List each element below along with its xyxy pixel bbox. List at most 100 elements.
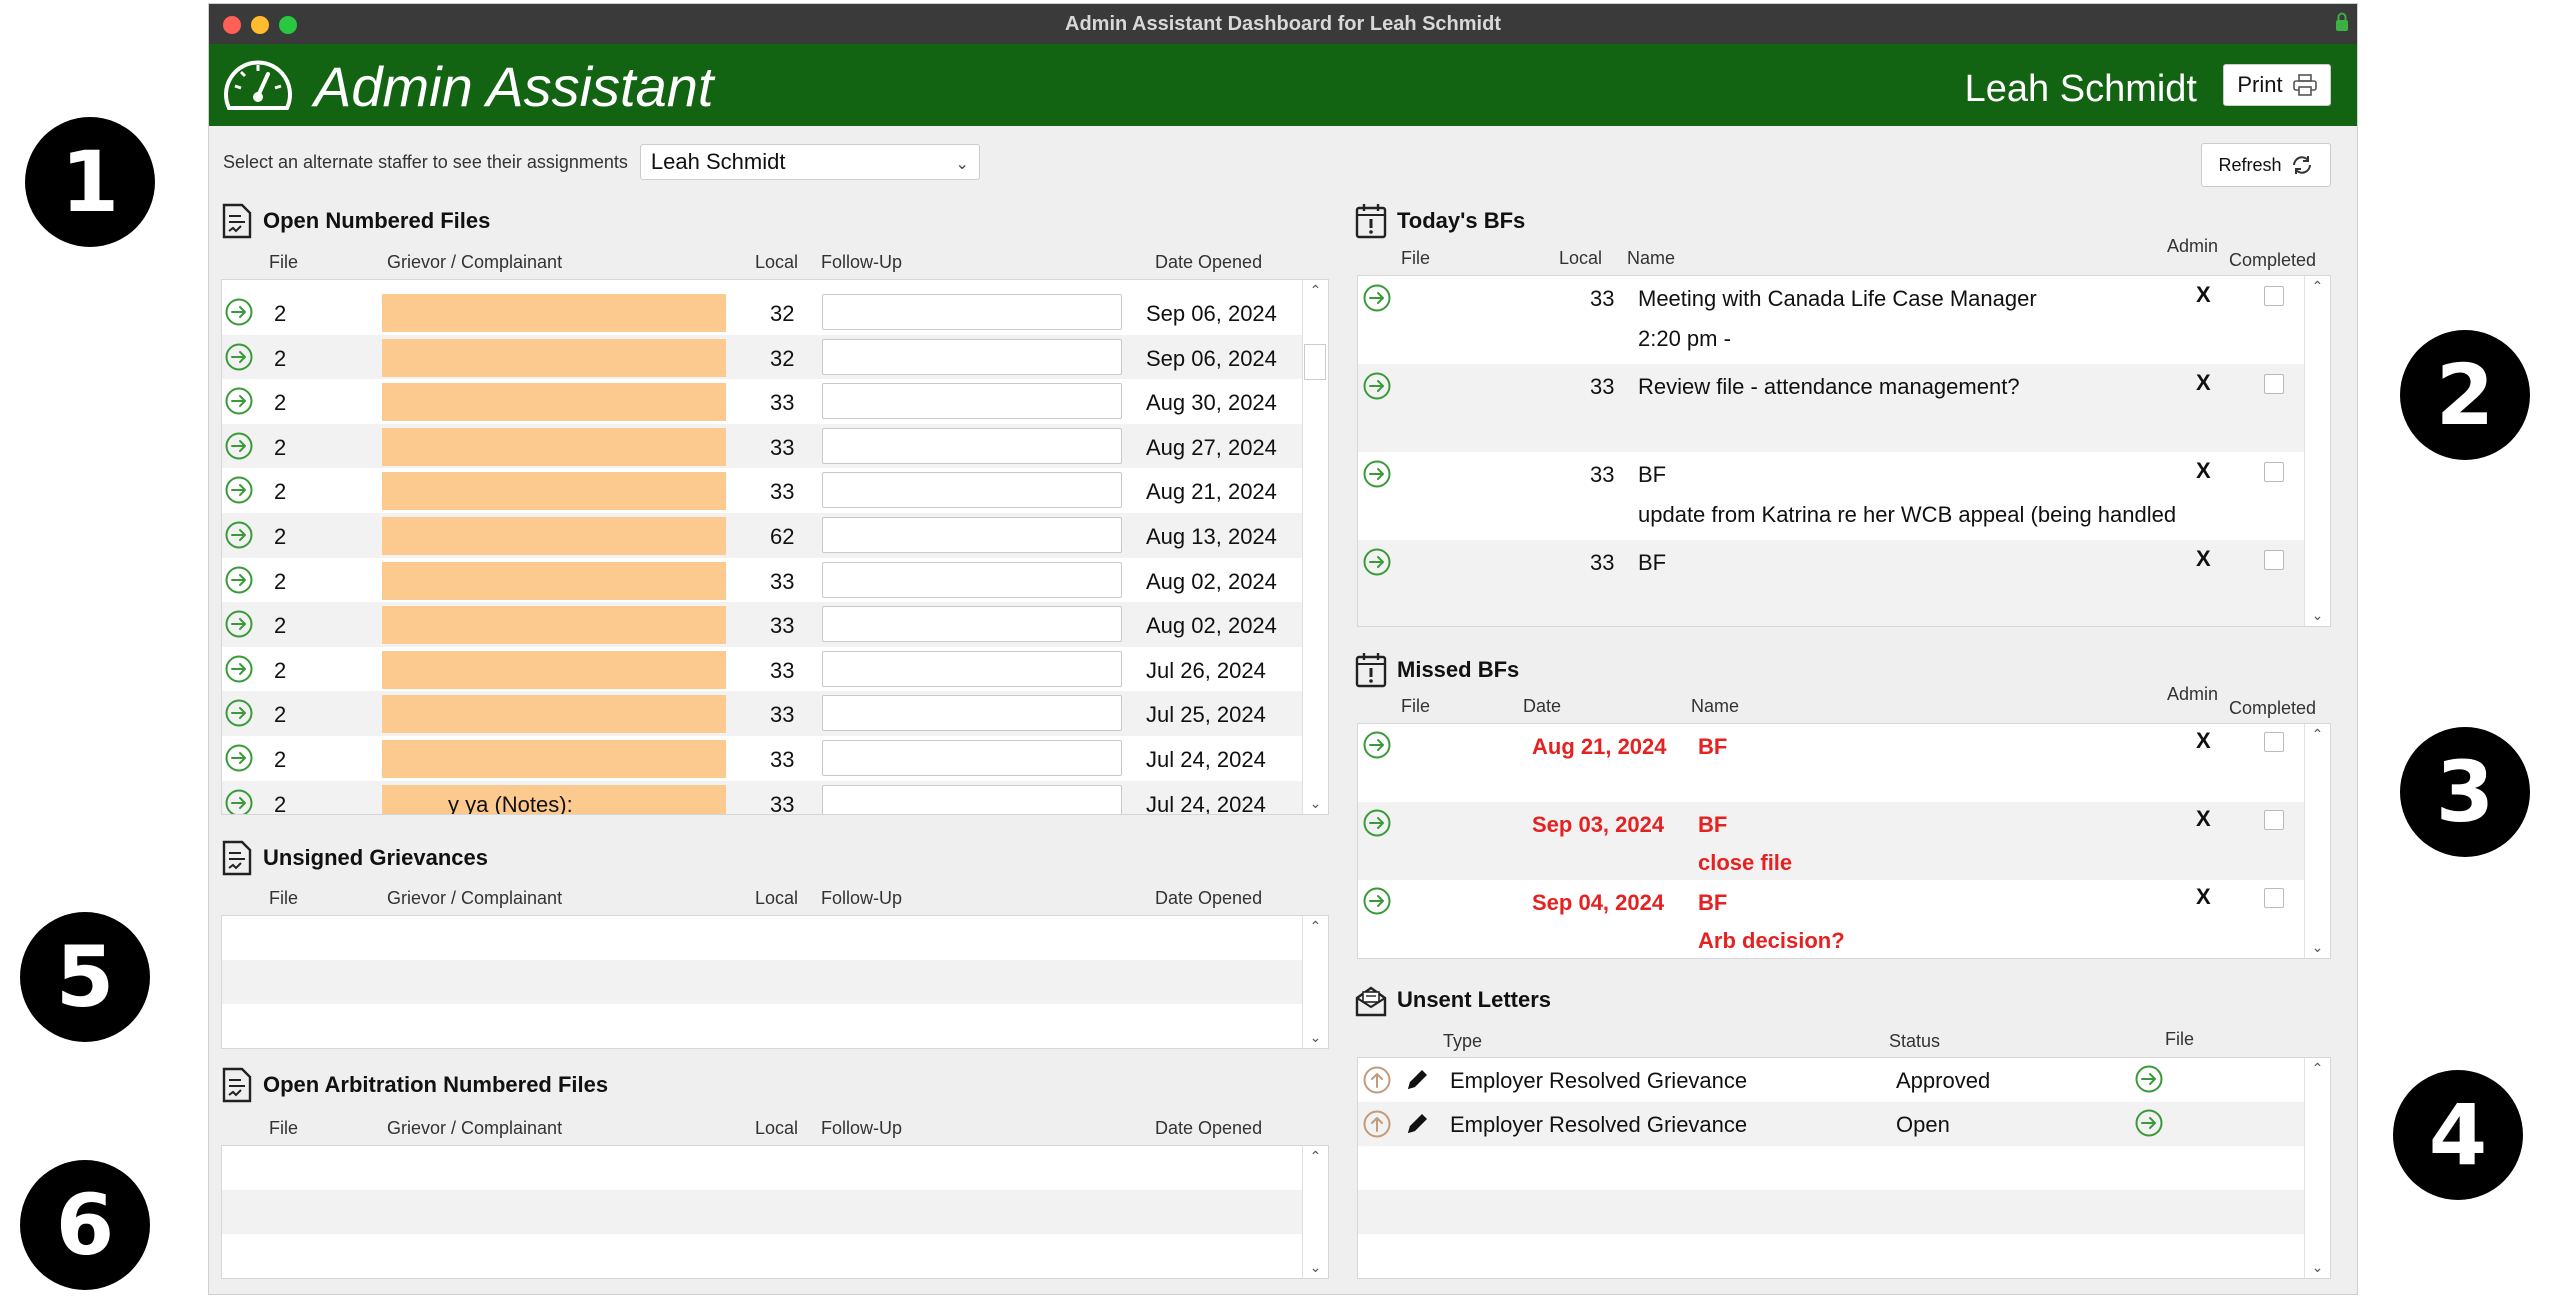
callout-3: 3 — [2400, 727, 2530, 857]
table-row[interactable]: 2 33 Jul 25, 2024 — [222, 691, 1328, 736]
local-number: 33 — [770, 747, 795, 772]
scroll-up-icon[interactable]: ⌃ — [1303, 282, 1328, 299]
go-to-file-icon[interactable] — [224, 609, 254, 639]
table-row[interactable]: 2 62 Aug 13, 2024 — [222, 513, 1328, 558]
scroll-down-icon[interactable]: ⌄ — [1303, 1259, 1328, 1276]
refresh-button[interactable]: Refresh — [2201, 143, 2331, 187]
app-title: Admin Assistant — [314, 55, 714, 118]
go-to-file-icon[interactable] — [1362, 886, 1392, 916]
followup-input[interactable] — [822, 427, 1122, 464]
table-row[interactable]: 2 32 Sep 06, 2024 — [222, 290, 1328, 335]
scroll-down-icon[interactable]: ⌄ — [1303, 795, 1328, 812]
pencil-icon[interactable] — [1402, 1065, 1432, 1095]
scroll-down-icon[interactable]: ⌄ — [2305, 607, 2330, 624]
go-to-file-icon[interactable] — [224, 654, 254, 684]
go-to-file-icon[interactable] — [1362, 371, 1392, 401]
table-row[interactable]: Employer Resolved Grievance Approved — [1358, 1058, 2330, 1102]
table-row[interactable]: 2 33 Aug 27, 2024 — [222, 423, 1328, 469]
table-row[interactable]: 33 BF update from Katrina re her WCB app… — [1358, 452, 2330, 540]
table-row[interactable]: 33 BF X — [1358, 540, 2330, 626]
followup-input[interactable] — [822, 650, 1122, 687]
scroll-down-icon[interactable]: ⌄ — [2305, 939, 2330, 956]
followup-input[interactable] — [822, 472, 1122, 509]
table-row[interactable]: 2 33 Jul 26, 2024 — [222, 647, 1328, 692]
go-to-file-icon[interactable] — [224, 565, 254, 595]
followup-input[interactable] — [822, 294, 1122, 330]
go-to-file-icon[interactable] — [1362, 459, 1392, 489]
scroll-up-icon[interactable]: ⌃ — [2305, 726, 2330, 743]
table-row[interactable]: 2 32 Sep 06, 2024 — [222, 334, 1328, 380]
go-to-file-icon[interactable] — [1362, 730, 1392, 760]
followup-input[interactable] — [822, 740, 1122, 776]
pencil-icon[interactable] — [1402, 1109, 1432, 1139]
admin-x[interactable]: X — [2196, 806, 2211, 832]
zoom-window-button[interactable] — [279, 16, 297, 34]
print-button[interactable]: Print — [2223, 64, 2331, 106]
admin-x[interactable]: X — [2196, 458, 2211, 484]
table-row[interactable]: 2 33 Aug 30, 2024 — [222, 379, 1328, 424]
admin-x[interactable]: X — [2196, 884, 2211, 910]
followup-input[interactable] — [822, 695, 1122, 732]
scroll-down-icon[interactable]: ⌄ — [1303, 1029, 1328, 1046]
go-to-file-icon[interactable] — [224, 342, 254, 372]
table-row[interactable]: Sep 04, 2024 BF Arb decision? X — [1358, 880, 2330, 958]
scroll-down-icon[interactable]: ⌄ — [2305, 1259, 2330, 1276]
completed-checkbox[interactable] — [2264, 550, 2284, 570]
send-letter-icon[interactable] — [1362, 1065, 1392, 1095]
table-row[interactable]: Sep 03, 2024 BF close file X — [1358, 802, 2330, 880]
table-row[interactable]: 2 33 Aug 02, 2024 — [222, 558, 1328, 603]
completed-checkbox[interactable] — [2264, 286, 2284, 306]
completed-checkbox[interactable] — [2264, 732, 2284, 752]
followup-input[interactable] — [822, 561, 1122, 598]
todays-bfs-scrollbar[interactable]: ⌃ ⌄ — [2304, 276, 2330, 626]
followup-input[interactable] — [822, 784, 1122, 814]
go-to-file-icon[interactable] — [224, 431, 254, 461]
scroll-up-icon[interactable]: ⌃ — [1303, 918, 1328, 935]
scroll-thumb[interactable] — [1304, 344, 1326, 380]
admin-x[interactable]: X — [2196, 370, 2211, 396]
go-to-file-icon[interactable] — [2134, 1064, 2164, 1094]
go-to-file-icon[interactable] — [224, 743, 254, 773]
followup-input[interactable] — [822, 606, 1122, 643]
table-row[interactable]: 2 33 Aug 02, 2024 — [222, 602, 1328, 647]
completed-checkbox[interactable] — [2264, 462, 2284, 482]
unsent-letters-scrollbar[interactable]: ⌃ ⌄ — [2304, 1058, 2330, 1278]
minimize-window-button[interactable] — [251, 16, 269, 34]
table-row[interactable]: Employer Resolved Grievance Open — [1358, 1102, 2330, 1146]
arbitration-scrollbar[interactable]: ⌃ ⌄ — [1302, 1146, 1328, 1278]
admin-x[interactable]: X — [2196, 728, 2211, 754]
send-letter-icon[interactable] — [1362, 1109, 1392, 1139]
close-window-button[interactable] — [223, 16, 241, 34]
table-row[interactable]: 2 33 Jul 24, 2024 — [222, 736, 1328, 781]
go-to-file-icon[interactable] — [224, 297, 254, 327]
go-to-file-icon[interactable] — [224, 698, 254, 728]
staffer-select[interactable]: Leah Schmidt ⌄ — [639, 144, 980, 180]
completed-checkbox[interactable] — [2264, 888, 2284, 908]
go-to-file-icon[interactable] — [1362, 283, 1392, 313]
scroll-up-icon[interactable]: ⌃ — [2305, 278, 2330, 295]
admin-x[interactable]: X — [2196, 282, 2211, 308]
completed-checkbox[interactable] — [2264, 374, 2284, 394]
go-to-file-icon[interactable] — [224, 386, 254, 416]
missed-bfs-scrollbar[interactable]: ⌃ ⌄ — [2304, 724, 2330, 958]
scroll-up-icon[interactable]: ⌃ — [1303, 1148, 1328, 1165]
table-row[interactable]: 33 Meeting with Canada Life Case Manager… — [1358, 276, 2330, 364]
go-to-file-icon[interactable] — [1362, 547, 1392, 577]
followup-input[interactable] — [822, 338, 1122, 375]
calendar-alert-icon — [1355, 653, 1387, 688]
followup-input[interactable] — [822, 517, 1122, 553]
table-row[interactable]: Aug 21, 2024 BF X — [1358, 724, 2330, 802]
go-to-file-icon[interactable] — [224, 788, 254, 815]
table-row[interactable]: 33 Review file - attendance management? … — [1358, 364, 2330, 452]
go-to-file-icon[interactable] — [2134, 1108, 2164, 1138]
go-to-file-icon[interactable] — [1362, 808, 1392, 838]
followup-input[interactable] — [822, 383, 1122, 420]
table-row[interactable]: 2 y ya (Notes): 33 Jul 24, 2024 — [222, 780, 1328, 815]
unsigned-scrollbar[interactable]: ⌃ ⌄ — [1302, 916, 1328, 1048]
completed-checkbox[interactable] — [2264, 810, 2284, 830]
admin-x[interactable]: X — [2196, 546, 2211, 572]
go-to-file-icon[interactable] — [224, 475, 254, 505]
scroll-up-icon[interactable]: ⌃ — [2305, 1060, 2330, 1077]
table-row[interactable]: 2 33 Aug 21, 2024 — [222, 468, 1328, 513]
go-to-file-icon[interactable] — [224, 520, 254, 550]
